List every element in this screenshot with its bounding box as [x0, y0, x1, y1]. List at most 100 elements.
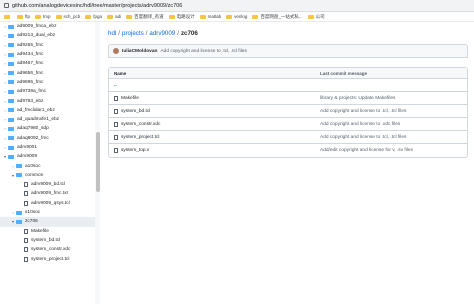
bookmark-item[interactable]: matlab	[199, 14, 221, 19]
bookmark-item[interactable]: fpga	[85, 14, 102, 19]
commit-message[interactable]: Add copyright and license to .tcl, .tcl …	[160, 49, 246, 54]
tree-item-label: adrv9009_bd.tcl	[31, 182, 66, 188]
tree-item[interactable]: › ad9265_fmc	[0, 41, 99, 50]
tree-item[interactable]: › ad_fmclidar1_ebz	[0, 106, 99, 115]
avatar[interactable]	[113, 48, 119, 54]
breadcrumb-adrv9009[interactable]: adrv9009	[149, 30, 175, 37]
table-row[interactable]: system_top.v Add/edit copyright and licen…	[109, 144, 467, 157]
url-text[interactable]: github.com/analogdevicesinc/hdl/tree/mas…	[12, 3, 182, 9]
commit-message-cell[interactable]: Add/edit copyright and license for v, .s…	[320, 148, 467, 153]
bookmark-item[interactable]: 公司	[307, 14, 325, 20]
bookmark-item[interactable]: sch_pcb	[55, 14, 80, 19]
folder-icon	[16, 164, 22, 169]
commit-message-cell[interactable]: Add copyright and license to .tcl, .tcl …	[320, 109, 467, 114]
file-icon	[24, 200, 28, 206]
bookmark-label: verilog	[234, 14, 248, 19]
bookmark-label: 百度翻译_有道	[134, 13, 164, 19]
tree-item[interactable]: › ad9783_ebz	[0, 96, 99, 105]
bookmark-item[interactable]: verilog	[226, 14, 247, 19]
file-name-link[interactable]: system_top.v	[121, 148, 149, 153]
parent-directory-link[interactable]: ..	[114, 83, 117, 88]
file-icon	[114, 121, 118, 127]
breadcrumb-projects[interactable]: projects	[122, 30, 144, 37]
folder-icon	[55, 14, 62, 19]
breadcrumb-sep: /	[145, 30, 148, 37]
folder-icon	[8, 126, 14, 131]
folder-icon	[168, 14, 175, 19]
file-name-cell: system_project.tcl	[109, 134, 320, 140]
folder-icon	[8, 108, 14, 113]
folder-icon	[307, 14, 314, 19]
tree-item[interactable]: system_bd.tcl	[0, 236, 99, 245]
file-name-link[interactable]: system_constr.xdc	[121, 122, 160, 127]
tree-item-label: ad9467_fmc	[17, 61, 44, 67]
tree-item-label: ad_quadmxfe1_ebz	[17, 117, 60, 123]
sidebar-scroll-thumb[interactable]	[95, 132, 100, 192]
tree-item[interactable]: adrv9009_qsys.tcl	[0, 199, 99, 208]
tree-item[interactable]: › ad9656_fmc	[0, 68, 99, 77]
folder-icon	[17, 14, 23, 19]
folder-icon	[8, 145, 14, 150]
table-row[interactable]: ..	[109, 79, 467, 92]
tree-item-label: ad_fmclidar1_ebz	[17, 107, 55, 113]
tree-item[interactable]: › s10soc	[0, 208, 99, 217]
tree-item[interactable]: › ad9695_fmc	[0, 78, 99, 87]
bookmark-item[interactable]: tmp	[35, 14, 51, 19]
tree-item[interactable]: system_constr.xdc	[0, 245, 99, 254]
tree-item-label: a10soc	[25, 163, 41, 169]
tree-item[interactable]: › adrv9001	[0, 143, 99, 152]
table-row[interactable]: system_bd.tcl Add copyright and license t…	[109, 105, 467, 118]
folder-icon	[8, 24, 14, 29]
tree-item-label: adrv9009	[17, 154, 38, 160]
tree-item-label: adrv9009_fmc.txt	[31, 191, 68, 197]
tree-item[interactable]: › ad9739a_fmc	[0, 87, 99, 96]
file-icon	[24, 237, 28, 243]
name-column-header: Name	[114, 70, 127, 76]
breadcrumb-hdl[interactable]: hdl	[108, 30, 116, 37]
address-bar[interactable]: github.com/analogdevicesinc/hdl/tree/mas…	[0, 0, 474, 12]
tree-item[interactable]: system_project.tcl	[0, 254, 99, 263]
tree-item-label: Makefile	[31, 228, 49, 234]
bookmark-item[interactable]: ftp	[17, 14, 30, 19]
bookmark-item[interactable]	[4, 14, 12, 19]
tree-item[interactable]: › a10soc	[0, 161, 99, 170]
file-name-cell: Makefile	[109, 95, 320, 101]
tree-item-label: adrv9009_qsys.tcl	[31, 200, 70, 206]
file-icon	[114, 108, 118, 114]
bookmark-item[interactable]: 电路设计	[168, 14, 195, 20]
bookmark-item[interactable]: 百度网盘_一站式私...	[252, 14, 303, 20]
commit-message-cell[interactable]: library & projects: Update Makefiles	[320, 96, 467, 101]
folder-icon	[8, 89, 14, 94]
tree-item[interactable]: › ad9467_fmc	[0, 59, 99, 68]
tree-item[interactable]: ▾ common	[0, 171, 99, 180]
tree-item[interactable]: adrv9009_fmc.txt	[0, 189, 99, 198]
tree-item-label: ad9434_fmc	[17, 52, 44, 58]
tree-item[interactable]: ▾ adrv9009	[0, 152, 99, 161]
table-row[interactable]: Makefile library & projects: Update Makef…	[109, 92, 467, 105]
tree-item-label: ad9265_fmc	[17, 42, 44, 48]
commit-author[interactable]: IuliaCMoldovan	[122, 49, 157, 54]
commit-message-cell[interactable]: Add copyright and license to .xdc files	[320, 122, 467, 127]
bookmark-item[interactable]: adi	[107, 14, 121, 19]
tree-item[interactable]: › adaq7980_sdp	[0, 124, 99, 133]
file-name-link[interactable]: Makefile	[121, 96, 139, 101]
folder-icon	[107, 14, 114, 19]
tree-item[interactable]: › ad9434_fmc	[0, 50, 99, 59]
file-icon	[24, 191, 28, 197]
tree-item[interactable]: › ad9009_fmca_ebz	[0, 22, 99, 31]
breadcrumb-sep: /	[118, 30, 120, 37]
tree-item[interactable]: › ad_quadmxfe1_ebz	[0, 115, 99, 124]
bookmark-item[interactable]: 百度翻译_有道	[126, 14, 164, 20]
bookmark-label: fpga	[93, 14, 103, 19]
tree-item[interactable]: Makefile	[0, 227, 99, 236]
main-content: hdl / projects / adrv9009 / zc706 IuliaC…	[100, 22, 474, 304]
tree-item[interactable]: ▾ zc706	[0, 217, 99, 227]
file-name-link[interactable]: system_bd.tcl	[121, 109, 150, 114]
table-row[interactable]: system_constr.xdc Add copyright and licen…	[109, 118, 467, 131]
table-row[interactable]: system_project.tcl Add copyright and lice…	[109, 131, 467, 144]
tree-item[interactable]: adrv9009_bd.tcl	[0, 180, 99, 189]
commit-message-cell[interactable]: Add copyright and license to .tcl, .tcl …	[320, 135, 467, 140]
tree-item[interactable]: › adaq8092_fmc	[0, 134, 99, 143]
tree-item[interactable]: › ad9213_dual_ebz	[0, 31, 99, 40]
file-name-link[interactable]: system_project.tcl	[121, 135, 159, 140]
